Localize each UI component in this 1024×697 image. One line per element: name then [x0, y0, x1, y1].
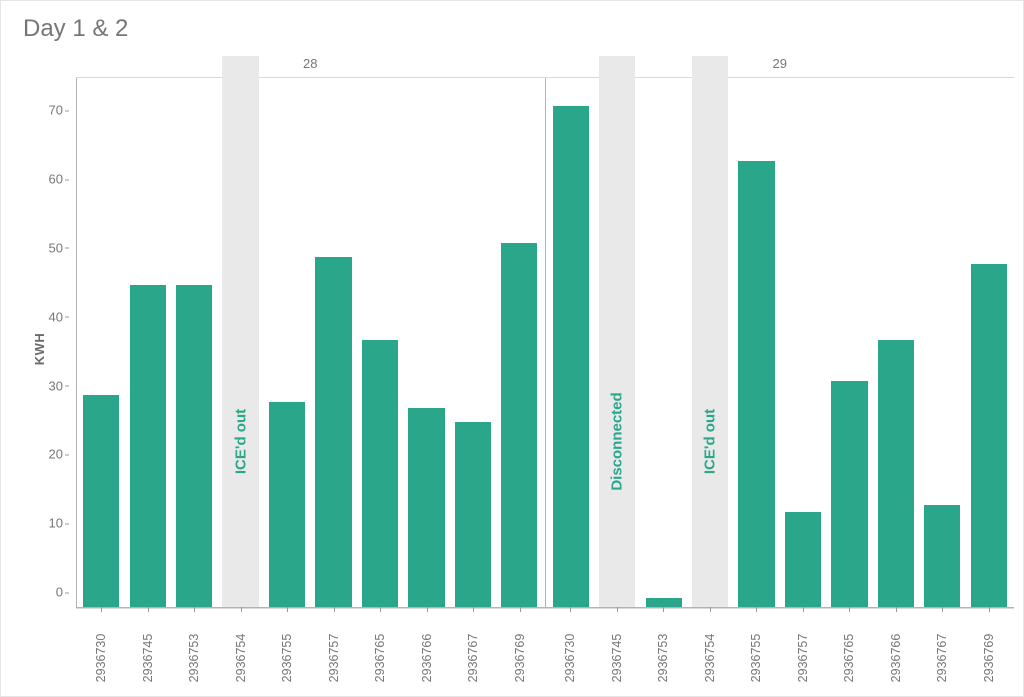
bar — [831, 381, 867, 608]
bars-row: ICE'd out — [76, 78, 545, 608]
bar — [362, 340, 398, 608]
ghost-bar: Disconnected — [599, 56, 635, 608]
bar — [315, 257, 351, 608]
bar-slot — [78, 78, 124, 608]
x-tick: 2936753 — [171, 607, 218, 697]
ghost-label: ICE'd out — [702, 409, 719, 474]
x-tick: 2936767 — [450, 607, 497, 697]
bar-slot: ICE'd out — [217, 78, 263, 608]
x-tick-panel: 2936730293674529367532936754293675529367… — [76, 607, 545, 697]
x-tick-panel: 2936730293674529367532936754293675529367… — [545, 607, 1014, 697]
ghost-bar: ICE'd out — [692, 56, 728, 608]
bar — [785, 512, 821, 608]
x-tick: 2936757 — [780, 607, 827, 697]
y-tick: 50 — [49, 240, 63, 255]
bar — [501, 243, 537, 608]
chart-frame: Day 1 & 2 KWH 010203040506070 28ICE'd ou… — [0, 0, 1024, 697]
x-tick: 2936765 — [826, 607, 873, 697]
bar-slot — [171, 78, 217, 608]
bar — [83, 395, 119, 608]
panel: 28ICE'd out — [76, 78, 545, 608]
bar-slot — [919, 78, 965, 608]
bar — [130, 285, 166, 609]
bar-slot — [310, 78, 356, 608]
panels-container: 28ICE'd out29DisconnectedICE'd out — [76, 78, 1014, 608]
x-tick: 2936753 — [640, 607, 687, 697]
x-tick: 2936730 — [78, 607, 125, 697]
x-tick: 2936767 — [919, 607, 966, 697]
bar-slot — [780, 78, 826, 608]
bar — [176, 285, 212, 609]
x-tick: 2936769 — [497, 607, 544, 697]
bar — [553, 106, 589, 608]
bar-slot — [450, 78, 496, 608]
bar — [738, 161, 774, 608]
x-tick: 2936730 — [547, 607, 594, 697]
y-tick: 0 — [56, 585, 63, 600]
panel-header: 28 — [76, 56, 545, 71]
bar-slot: ICE'd out — [687, 78, 733, 608]
y-tick: 70 — [49, 103, 63, 118]
panel: 29DisconnectedICE'd out — [545, 78, 1015, 608]
y-tick: 40 — [49, 309, 63, 324]
x-tick: 2936769 — [966, 607, 1013, 697]
y-tick: 60 — [49, 172, 63, 187]
bar-slot — [124, 78, 170, 608]
y-tick: 10 — [49, 516, 63, 531]
bar-slot — [873, 78, 919, 608]
ghost-bar: ICE'd out — [222, 56, 258, 608]
x-tick: 2936765 — [357, 607, 404, 697]
bar-slot — [403, 78, 449, 608]
bar — [408, 408, 444, 608]
bar — [878, 340, 914, 608]
x-axis-ticks: 2936730293674529367532936754293675529367… — [76, 607, 1014, 697]
x-tick: 2936755 — [264, 607, 311, 697]
y-axis-ticks: 0 10 20 30 40 50 60 70 — [1, 77, 71, 607]
bar-slot — [640, 78, 686, 608]
bar-slot: Disconnected — [594, 78, 640, 608]
bar — [971, 264, 1007, 608]
plot-area: 28ICE'd out29DisconnectedICE'd out — [76, 77, 1014, 609]
bar-slot — [548, 78, 594, 608]
x-tick: 2936754 — [687, 607, 734, 697]
x-tick: 2936766 — [873, 607, 920, 697]
bars-row: Disconnected ICE'd out — [546, 78, 1015, 608]
chart-title: Day 1 & 2 — [23, 15, 128, 43]
bar-slot — [496, 78, 542, 608]
ghost-label: Disconnected — [609, 392, 626, 490]
x-tick: 2936745 — [125, 607, 172, 697]
bar-slot — [357, 78, 403, 608]
bar — [269, 402, 305, 608]
bar — [924, 505, 960, 608]
bar — [455, 422, 491, 608]
x-tick: 2936754 — [218, 607, 265, 697]
x-tick: 2936755 — [733, 607, 780, 697]
bar-slot — [966, 78, 1012, 608]
y-tick: 30 — [49, 378, 63, 393]
bar-slot — [264, 78, 310, 608]
x-tick: 2936745 — [594, 607, 641, 697]
bar-slot — [826, 78, 872, 608]
x-tick: 2936757 — [311, 607, 358, 697]
bar-slot — [733, 78, 779, 608]
y-tick: 20 — [49, 447, 63, 462]
ghost-label: ICE'd out — [232, 409, 249, 474]
x-tick: 2936766 — [404, 607, 451, 697]
